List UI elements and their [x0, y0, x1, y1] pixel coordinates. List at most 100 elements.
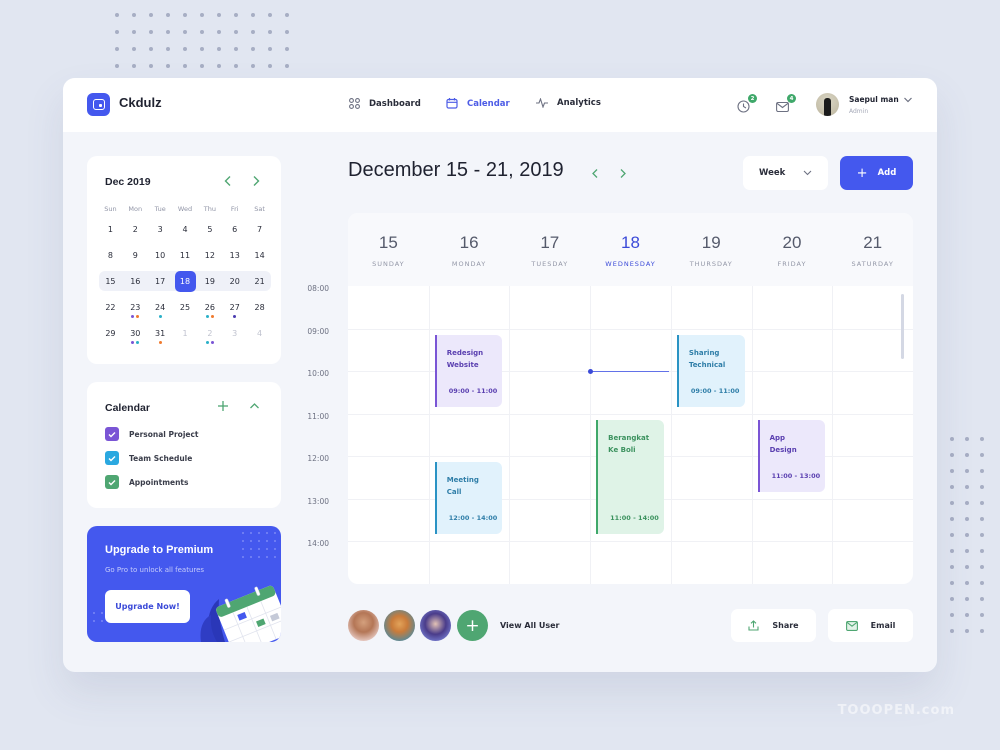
checkbox[interactable]: [105, 475, 119, 489]
day-cell[interactable]: 1: [173, 320, 198, 346]
day-header-friday[interactable]: 20 FRIDAY: [752, 213, 833, 286]
messages-button[interactable]: 4: [776, 94, 796, 113]
event-app-design[interactable]: App Design 11:00 - 13:00: [757, 419, 826, 492]
week-grid-body[interactable]: Redesign Website 09:00 - 11:00 Sharing Tec…: [348, 286, 913, 584]
grid-column-line: [670, 286, 672, 584]
nav-label: Calendar: [467, 98, 510, 109]
day-cell[interactable]: 19: [197, 268, 222, 294]
day-cell[interactable]: 15: [98, 268, 123, 294]
upgrade-now-button[interactable]: Upgrade Now!: [105, 590, 190, 623]
add-user-button[interactable]: +: [457, 610, 488, 641]
day-cell[interactable]: 13: [222, 242, 247, 268]
event-meeting-call[interactable]: Meeting Call 12:00 - 14:00: [434, 462, 503, 535]
share-button[interactable]: Share: [731, 609, 816, 642]
calendar-illustration-icon: [200, 585, 281, 642]
day-cell[interactable]: 17: [148, 268, 173, 294]
day-number: 12: [204, 250, 215, 260]
chevron-left-icon[interactable]: [223, 175, 233, 187]
day-cell[interactable]: 28: [247, 294, 272, 320]
day-cell[interactable]: 25: [173, 294, 198, 320]
email-label: Email: [870, 621, 896, 630]
chevron-right-icon[interactable]: [619, 168, 627, 179]
day-cell[interactable]: 6: [222, 216, 247, 242]
time-label: 09:00: [307, 326, 329, 336]
day-cell[interactable]: 26: [197, 294, 222, 320]
plus-icon[interactable]: [217, 400, 229, 412]
day-cell[interactable]: 10: [148, 242, 173, 268]
day-cell[interactable]: 16: [123, 268, 148, 294]
user-avatar[interactable]: [816, 93, 839, 116]
notifications-button[interactable]: 2: [737, 94, 757, 113]
day-cell[interactable]: 22: [98, 294, 123, 320]
team-avatar[interactable]: [384, 610, 415, 641]
day-cell[interactable]: 27: [222, 294, 247, 320]
dot: [268, 64, 272, 68]
check-icon: [108, 479, 116, 485]
day-cell[interactable]: 2: [197, 320, 222, 346]
day-cell[interactable]: 5: [197, 216, 222, 242]
team-avatar[interactable]: [420, 610, 451, 641]
day-name: SATURDAY: [851, 260, 894, 268]
day-header-sunday[interactable]: 15 SUNDAY: [348, 213, 429, 286]
nav-dashboard[interactable]: Dashboard: [349, 98, 421, 109]
day-cell[interactable]: 1: [98, 216, 123, 242]
view-select[interactable]: Week: [743, 156, 828, 190]
day-cell[interactable]: 4: [247, 320, 272, 346]
selected-day[interactable]: 18: [173, 268, 198, 294]
scrollbar[interactable]: [901, 294, 904, 359]
day-cell[interactable]: 31: [148, 320, 173, 346]
event-title: Berangkat Ke Boli: [608, 433, 650, 454]
day-header-thursday[interactable]: 19 THURSDAY: [671, 213, 752, 286]
day-number: 3: [157, 224, 163, 234]
decorative-dots: [950, 437, 995, 633]
day-cell[interactable]: 24: [148, 294, 173, 320]
day-cell[interactable]: 3: [222, 320, 247, 346]
day-cell[interactable]: 14: [247, 242, 272, 268]
day-cell[interactable]: 21: [247, 268, 272, 294]
day-cell[interactable]: 23: [123, 294, 148, 320]
chevron-left-icon[interactable]: [591, 168, 599, 179]
day-cell[interactable]: 7: [247, 216, 272, 242]
chevron-down-icon[interactable]: [903, 96, 913, 104]
checkbox[interactable]: [105, 451, 119, 465]
day-cell[interactable]: 9: [123, 242, 148, 268]
dot: [950, 453, 954, 457]
event-sharing-technical[interactable]: Sharing Technical 09:00 - 11:00: [676, 334, 745, 407]
day-number: 16: [130, 276, 141, 286]
chevron-up-icon[interactable]: [249, 402, 260, 410]
day-cell[interactable]: 30: [123, 320, 148, 346]
email-button[interactable]: Email: [828, 609, 913, 642]
calendar-toggle-personal-project[interactable]: Personal Project: [105, 427, 199, 441]
view-all-users-link[interactable]: View All User: [500, 621, 559, 630]
dot: [965, 517, 969, 521]
dot: [200, 47, 204, 51]
nav-analytics[interactable]: Analytics: [536, 98, 601, 108]
day-cell[interactable]: 29: [98, 320, 123, 346]
calendar-toggle-appointments[interactable]: Appointments: [105, 475, 188, 489]
team-avatar[interactable]: [348, 610, 379, 641]
day-header-tuesday[interactable]: 17 TUESDAY: [509, 213, 590, 286]
dot: [950, 581, 954, 585]
event-redesign-website[interactable]: Redesign Website 09:00 - 11:00: [434, 334, 503, 407]
event-dot: [210, 315, 214, 318]
event-berangkat-ke-boli[interactable]: Berangkat Ke Boli 11:00 - 14:00: [596, 419, 664, 535]
day-cell[interactable]: 4: [173, 216, 198, 242]
day-cell[interactable]: 12: [197, 242, 222, 268]
day-cell[interactable]: 2: [123, 216, 148, 242]
checkbox[interactable]: [105, 427, 119, 441]
chevron-right-icon[interactable]: [251, 175, 261, 187]
day-number: 20: [782, 233, 802, 252]
day-number: 19: [701, 233, 721, 252]
day-cell[interactable]: 8: [98, 242, 123, 268]
dot: [950, 437, 954, 441]
nav-calendar[interactable]: Calendar: [446, 98, 510, 109]
day-cell[interactable]: 20: [222, 268, 247, 294]
add-event-button[interactable]: + Add: [840, 156, 913, 190]
day-cell[interactable]: 3: [148, 216, 173, 242]
day-header-monday[interactable]: 16 MONDAY: [429, 213, 510, 286]
day-cell[interactable]: 11: [173, 242, 198, 268]
day-header-wednesday[interactable]: 18 WEDNESDAY: [590, 213, 671, 286]
user-name: Saepul man: [849, 95, 899, 104]
day-header-saturday[interactable]: 21 SATURDAY: [832, 213, 913, 286]
calendar-toggle-team-schedule[interactable]: Team Schedule: [105, 451, 192, 465]
